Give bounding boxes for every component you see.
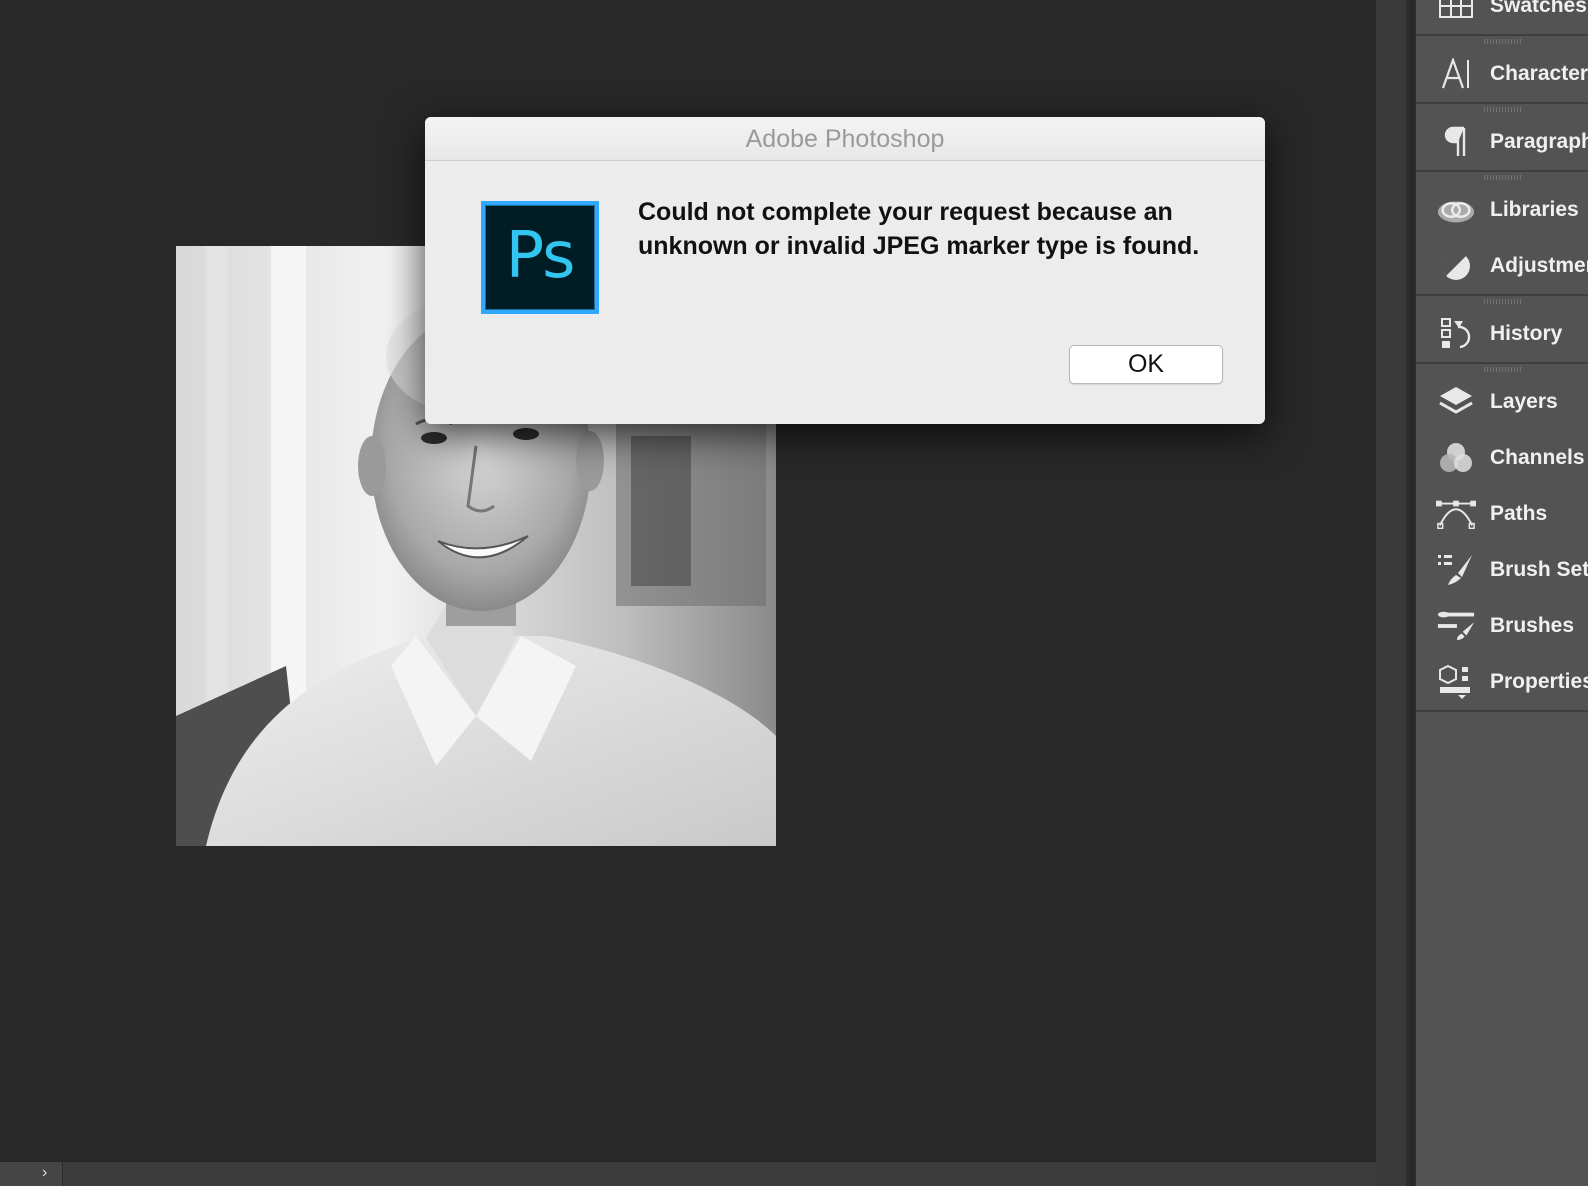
panel-item-brush-settings[interactable]: Brush Settings: [1416, 542, 1588, 598]
panel-group-layers: Layers Channels Paths Brush Settings Bru…: [1416, 364, 1588, 712]
error-message: Could not complete your request because …: [638, 198, 1200, 260]
brushes-icon: [1436, 606, 1476, 646]
panel-item-character[interactable]: Character: [1416, 46, 1588, 102]
panel-label: Libraries: [1490, 198, 1579, 221]
properties-icon: [1436, 662, 1476, 702]
panel-item-brushes[interactable]: Brushes: [1416, 598, 1588, 654]
panel-divider[interactable]: [1376, 0, 1410, 1186]
panel-label: Brush Settings: [1490, 558, 1588, 581]
character-icon: [1436, 54, 1476, 94]
brush-settings-icon: [1436, 550, 1476, 590]
panel-grip[interactable]: [1416, 296, 1588, 306]
panel-item-adjustments[interactable]: Adjustments: [1416, 238, 1588, 294]
divider-line: [1406, 0, 1410, 1186]
panel-label: Character: [1490, 62, 1588, 85]
panel-group-character: Character: [1416, 36, 1588, 104]
photoshop-app-icon: Ps: [481, 201, 599, 314]
panel-grip[interactable]: [1416, 36, 1588, 46]
panel-label: Properties: [1490, 670, 1588, 693]
panel-grip[interactable]: [1416, 364, 1588, 374]
panel-item-properties[interactable]: Properties: [1416, 654, 1588, 710]
pilcrow-icon: [1436, 122, 1476, 162]
error-dialog: Adobe Photoshop Ps Could not complete yo…: [425, 117, 1265, 424]
panel-item-paths[interactable]: Paths: [1416, 486, 1588, 542]
panel-label: Adjustments: [1490, 254, 1588, 277]
channels-icon: [1436, 438, 1476, 478]
expand-panel-button[interactable]: ›: [0, 1162, 63, 1186]
layers-icon: [1436, 382, 1476, 422]
panel-label: History: [1490, 322, 1563, 345]
panel-dock: Swatches Character Paragraph Libraries A…: [1414, 0, 1588, 1186]
panel-grip[interactable]: [1416, 104, 1588, 114]
panel-item-swatches[interactable]: Swatches: [1416, 0, 1588, 34]
panel-item-libraries[interactable]: Libraries: [1416, 182, 1588, 238]
panel-label: Brushes: [1490, 614, 1575, 637]
chevron-right-icon: ›: [42, 1164, 48, 1181]
history-icon: [1436, 314, 1476, 354]
panel-label: Channels: [1490, 446, 1585, 469]
dialog-title: Adobe Photoshop: [425, 117, 1265, 161]
panel-item-paragraph[interactable]: Paragraph: [1416, 114, 1588, 170]
status-bar: ›: [0, 1162, 1376, 1186]
panel-group-paragraph: Paragraph: [1416, 104, 1588, 172]
panel-group-libraries: Libraries Adjustments: [1416, 172, 1588, 296]
paths-icon: [1436, 494, 1476, 534]
panel-label: Swatches: [1490, 0, 1587, 17]
panel-label: Layers: [1490, 390, 1558, 413]
swatches-icon: [1436, 0, 1476, 26]
adjustments-icon: [1436, 246, 1476, 286]
panel-grip[interactable]: [1416, 172, 1588, 182]
panel-label: Paths: [1490, 502, 1548, 525]
panel-group-history: History: [1416, 296, 1588, 364]
ok-button[interactable]: OK: [1069, 345, 1223, 384]
libraries-icon: [1436, 190, 1476, 230]
app-icon-text: Ps: [505, 219, 576, 293]
panel-item-history[interactable]: History: [1416, 306, 1588, 362]
panel-item-channels[interactable]: Channels: [1416, 430, 1588, 486]
panel-group-swatches: Swatches: [1416, 0, 1588, 36]
panel-item-layers[interactable]: Layers: [1416, 374, 1588, 430]
panel-label: Paragraph: [1490, 130, 1588, 153]
